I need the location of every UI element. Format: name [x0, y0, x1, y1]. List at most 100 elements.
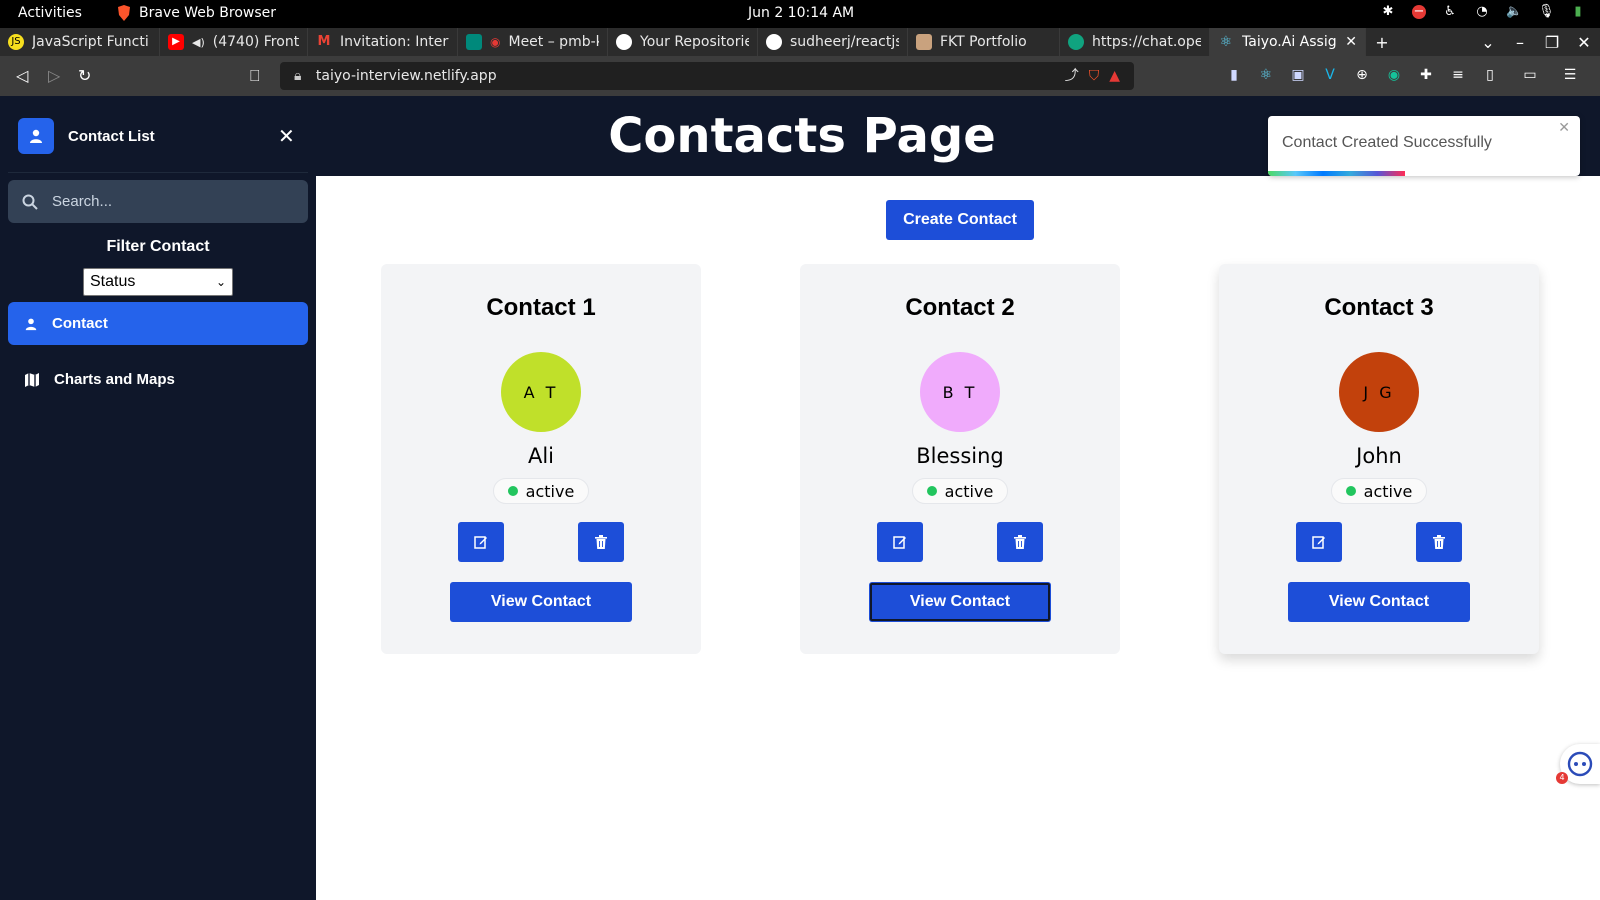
github-icon — [766, 34, 782, 50]
delete-contact-button[interactable] — [997, 522, 1043, 562]
brave-rewards-icon[interactable]: ▲ — [1109, 62, 1120, 90]
trash-icon — [1014, 535, 1026, 549]
search-input[interactable] — [52, 193, 292, 210]
maximize-window-icon[interactable]: ❐ — [1536, 33, 1568, 52]
wallet-icon[interactable]: ▭ — [1521, 66, 1539, 84]
browser-tab[interactable]: Your Repositorie — [608, 28, 758, 56]
add-extension-icon[interactable]: ⊕ — [1353, 66, 1371, 84]
delete-contact-button[interactable] — [1416, 522, 1462, 562]
forward-arrow-icon[interactable]: ▷ — [48, 66, 60, 85]
status-dot-icon — [926, 486, 937, 496]
wifi-icon[interactable]: ◔ — [1474, 4, 1490, 20]
lock-icon[interactable]: 🔒︎ — [294, 62, 301, 90]
avatar: B T — [920, 352, 1000, 432]
close-window-icon[interactable]: ✕ — [1568, 33, 1600, 52]
new-tab-button[interactable]: + — [1366, 33, 1398, 52]
search-icon — [22, 194, 38, 210]
sidebar-header: Contact List — [18, 118, 155, 154]
contact-card-title: Contact 3 — [1324, 294, 1434, 321]
slack-icon[interactable]: ✱ — [1380, 4, 1396, 20]
status-badge: active — [1331, 478, 1427, 504]
contact-name: John — [1356, 444, 1402, 468]
search-box[interactable] — [8, 180, 308, 223]
edit-contact-button[interactable] — [458, 522, 504, 562]
tab-title: Meet – pmb-ki — [508, 34, 599, 50]
sidebar-item-contact[interactable]: Contact — [8, 302, 308, 345]
contact-card-title: Contact 1 — [486, 294, 596, 321]
extension-icon[interactable]: ▮ — [1225, 66, 1243, 84]
react-devtools-icon[interactable]: ⚛ — [1257, 66, 1275, 84]
save-extension-icon[interactable]: ▣ — [1289, 66, 1307, 84]
do-not-disturb-icon[interactable]: − — [1412, 5, 1426, 19]
playlist-icon[interactable]: ≡ — [1449, 66, 1467, 84]
grammarly-icon[interactable]: ◉ — [1385, 66, 1403, 84]
tab-title: JavaScript Functi — [32, 34, 149, 50]
reload-icon[interactable]: ↻ — [78, 66, 91, 85]
view-contact-button[interactable]: View Contact — [869, 582, 1051, 622]
activities-button[interactable]: Activities — [18, 5, 82, 21]
browser-tab[interactable]: sudheerj/reactjs- — [758, 28, 908, 56]
view-contact-button[interactable]: View Contact — [1288, 582, 1470, 622]
chatbot-icon — [1567, 751, 1593, 777]
back-arrow-icon[interactable]: ◁ — [16, 66, 28, 85]
status-filter-select[interactable]: Status ⌄ — [83, 268, 233, 296]
person-icon — [25, 318, 37, 330]
audio-icon[interactable]: ◀) — [192, 36, 205, 49]
share-icon[interactable]: ⤴ — [1065, 62, 1079, 90]
minimize-window-icon[interactable]: – — [1504, 33, 1536, 52]
delete-contact-button[interactable] — [578, 522, 624, 562]
vimeo-icon[interactable]: V — [1321, 66, 1339, 84]
contact-name: Blessing — [916, 444, 1004, 468]
bookmark-icon[interactable]: ⎕ — [250, 66, 260, 86]
contact-card: Contact 2 B T Blessing active View Conta… — [800, 264, 1120, 654]
volume-icon[interactable]: 🔈 — [1506, 4, 1522, 20]
clock[interactable]: Jun 2 10:14 AM — [748, 5, 854, 21]
close-tab-icon[interactable]: ✕ — [1345, 34, 1357, 50]
portfolio-icon — [916, 34, 932, 50]
browser-tab[interactable]: M Invitation: Interv — [308, 28, 458, 56]
microphone-icon[interactable]: 🎙 — [1538, 4, 1555, 20]
notification-badge: 4 — [1556, 772, 1568, 784]
toast-progress-bar — [1268, 171, 1406, 176]
map-icon — [25, 372, 39, 387]
tab-title: sudheerj/reactjs- — [790, 34, 899, 50]
gmail-icon: M — [317, 34, 331, 49]
system-top-bar: Activities Brave Web Browser Jun 2 10:14… — [0, 0, 1600, 28]
contact-card-title: Contact 2 — [905, 294, 1015, 321]
status-text: active — [1363, 481, 1413, 501]
system-tray[interactable]: ✱ − ♿ ◔ 🔈 🎙 ▮ — [1380, 4, 1586, 20]
react-icon: ⚛ — [1219, 34, 1233, 50]
status-dot-icon — [507, 486, 518, 496]
youtube-icon: ▶ — [168, 34, 184, 50]
recording-icon: ◉ — [490, 35, 501, 49]
browser-tab-active[interactable]: ⚛ Taiyo.Ai Assig ✕ — [1210, 28, 1366, 56]
js-icon: JS — [8, 34, 24, 50]
sidebar-item-charts-and-maps[interactable]: Charts and Maps — [8, 358, 308, 401]
tab-search-chevron-icon[interactable]: ⌄ — [1472, 33, 1504, 52]
close-sidebar-icon[interactable]: ✕ — [278, 124, 295, 148]
browser-tab[interactable]: ◉ Meet – pmb-ki — [458, 28, 608, 56]
extensions-puzzle-icon[interactable]: ✚ — [1417, 66, 1435, 84]
close-toast-icon[interactable]: ✕ — [1558, 120, 1570, 136]
create-contact-button[interactable]: Create Contact — [886, 200, 1034, 240]
battery-icon[interactable]: ▮ — [1570, 4, 1586, 20]
edit-contact-button[interactable] — [877, 522, 923, 562]
browser-tab[interactable]: https://chat.oper — [1060, 28, 1210, 56]
accessibility-icon[interactable]: ♿ — [1442, 4, 1458, 20]
brave-shields-icon[interactable]: ⛉ — [1089, 62, 1100, 90]
chat-widget[interactable]: 4 — [1556, 744, 1600, 784]
app-menu[interactable]: Brave Web Browser — [117, 5, 276, 21]
address-bar[interactable]: 🔒︎ taiyo-interview.netlify.app ⤴ ⛉ ▲ — [280, 62, 1134, 90]
browser-tab[interactable]: ▶ ◀) (4740) Fronter — [160, 28, 308, 56]
user-icon — [18, 118, 54, 154]
github-icon — [616, 34, 632, 50]
toast-notification[interactable]: Contact Created Successfully ✕ — [1268, 116, 1580, 176]
chatgpt-icon — [1068, 34, 1084, 50]
menu-icon[interactable]: ☰ — [1561, 66, 1579, 84]
view-contact-button[interactable]: View Contact — [450, 582, 632, 622]
sidebar-toggle-icon[interactable]: ▯ — [1481, 66, 1499, 84]
browser-tab[interactable]: JS JavaScript Functi — [0, 28, 160, 56]
edit-contact-button[interactable] — [1296, 522, 1342, 562]
browser-tab[interactable]: FKT Portfolio — [908, 28, 1060, 56]
page-title: Contacts Page — [608, 108, 996, 164]
